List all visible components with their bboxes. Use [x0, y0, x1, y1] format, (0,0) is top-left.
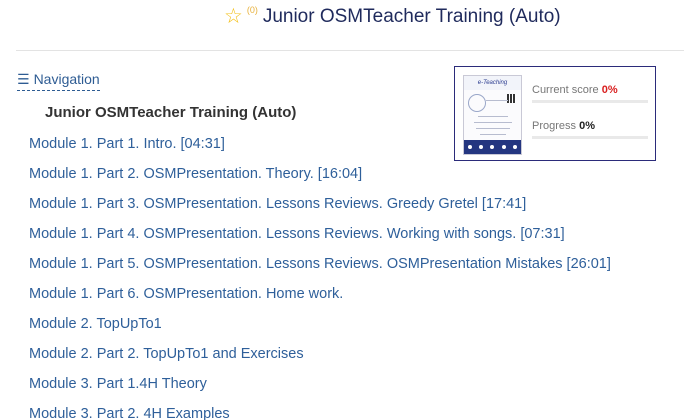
current-score: Current score 0% [532, 84, 648, 103]
lesson-link[interactable]: Module 3. Part 1.4H Theory [29, 374, 611, 404]
star-icon[interactable]: ☆ [224, 6, 243, 27]
lesson-link[interactable]: Module 1. Part 4. OSMPresentation. Lesso… [29, 224, 611, 254]
qr-code-icon [507, 94, 516, 103]
thumbnail-logo: e-Teaching [464, 76, 521, 90]
lesson-link[interactable]: Module 2. TopUpTo1 [29, 314, 611, 344]
progress-value: 0% [579, 120, 595, 132]
hamburger-icon: ☰ [17, 71, 30, 87]
rating-count: (0) [246, 5, 258, 15]
lesson-link[interactable]: Module 1. Part 2. OSMPresentation. Theor… [29, 164, 611, 194]
course-title-row: ☆ (0) Junior OSMTeacher Training (Auto) [224, 6, 561, 32]
current-score-value: 0% [601, 84, 618, 96]
progress-label: Progress [532, 120, 577, 132]
score-panel: e-Teaching Current score 0% Progress 0% [454, 66, 656, 161]
lesson-link[interactable]: Module 1. Part 5. OSMPresentation. Lesso… [29, 254, 611, 284]
lesson-link[interactable]: Module 3. Part 2. 4H Examples [29, 404, 611, 420]
navigation-heading: Junior OSMTeacher Training (Auto) [45, 104, 297, 121]
lesson-link[interactable]: Module 2. Part 2. TopUpTo1 and Exercises [29, 344, 611, 374]
lesson-link[interactable]: Module 1. Part 6. OSMPresentation. Home … [29, 284, 611, 314]
navigation-toggle-label: Navigation [33, 71, 100, 87]
navigation-toggle[interactable]: ☰ Navigation [17, 70, 100, 91]
header-divider [16, 50, 684, 51]
course-page: ☆ (0) Junior OSMTeacher Training (Auto) … [0, 0, 700, 420]
page-title: Junior OSMTeacher Training (Auto) [262, 6, 561, 27]
seal-icon [468, 94, 486, 112]
progress-bar [532, 136, 648, 139]
thumbnail-footer [464, 140, 521, 154]
certificate-thumbnail[interactable]: e-Teaching [463, 75, 522, 155]
current-score-label: Current score [532, 84, 599, 96]
current-score-bar [532, 100, 648, 103]
lesson-link[interactable]: Module 1. Part 3. OSMPresentation. Lesso… [29, 194, 611, 224]
progress: Progress 0% [532, 120, 648, 139]
lesson-list: Module 1. Part 1. Intro. [04:31] Module … [29, 134, 611, 420]
